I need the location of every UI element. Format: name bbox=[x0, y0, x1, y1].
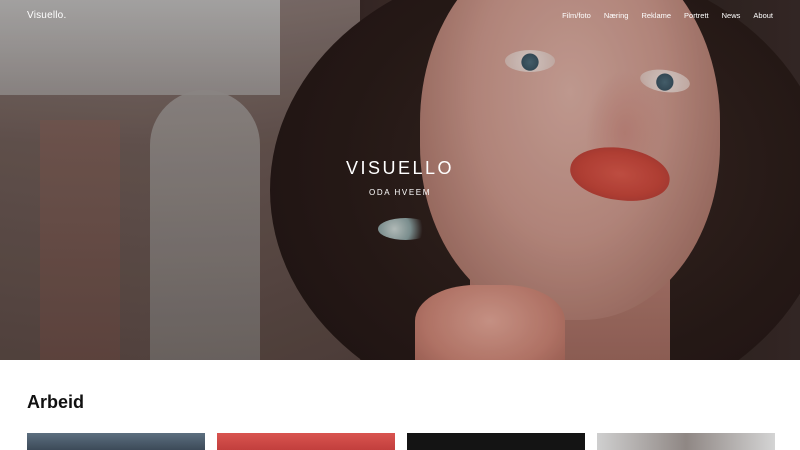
work-card-2[interactable] bbox=[217, 433, 395, 450]
work-card-4[interactable] bbox=[597, 433, 775, 450]
hero-title: VISUELLO bbox=[345, 158, 455, 178]
hero-subtitle: ODA HVEEM bbox=[369, 188, 431, 197]
nav-item-portrett[interactable]: Portrett bbox=[684, 11, 709, 20]
work-card-1[interactable] bbox=[27, 433, 205, 450]
nav-item-about[interactable]: About bbox=[753, 11, 773, 20]
top-navigation-bar: Visuello. Film/foto Næring Reklame Portr… bbox=[0, 0, 800, 32]
hero-image: VISUELLO ODA HVEEM bbox=[0, 0, 800, 360]
nav-item-news[interactable]: News bbox=[722, 11, 741, 20]
work-grid bbox=[27, 433, 775, 450]
nav-item-film-foto[interactable]: Film/foto bbox=[562, 11, 591, 20]
section-title-arbeid: Arbeid bbox=[27, 392, 85, 412]
main-nav: Film/foto Næring Reklame Portrett News A… bbox=[562, 11, 773, 20]
nav-item-naering[interactable]: Næring bbox=[604, 11, 629, 20]
hero-shade-overlay bbox=[0, 0, 800, 360]
site-logo[interactable]: Visuello. bbox=[27, 10, 66, 21]
nav-item-reklame[interactable]: Reklame bbox=[641, 11, 671, 20]
work-card-3[interactable] bbox=[407, 433, 585, 450]
